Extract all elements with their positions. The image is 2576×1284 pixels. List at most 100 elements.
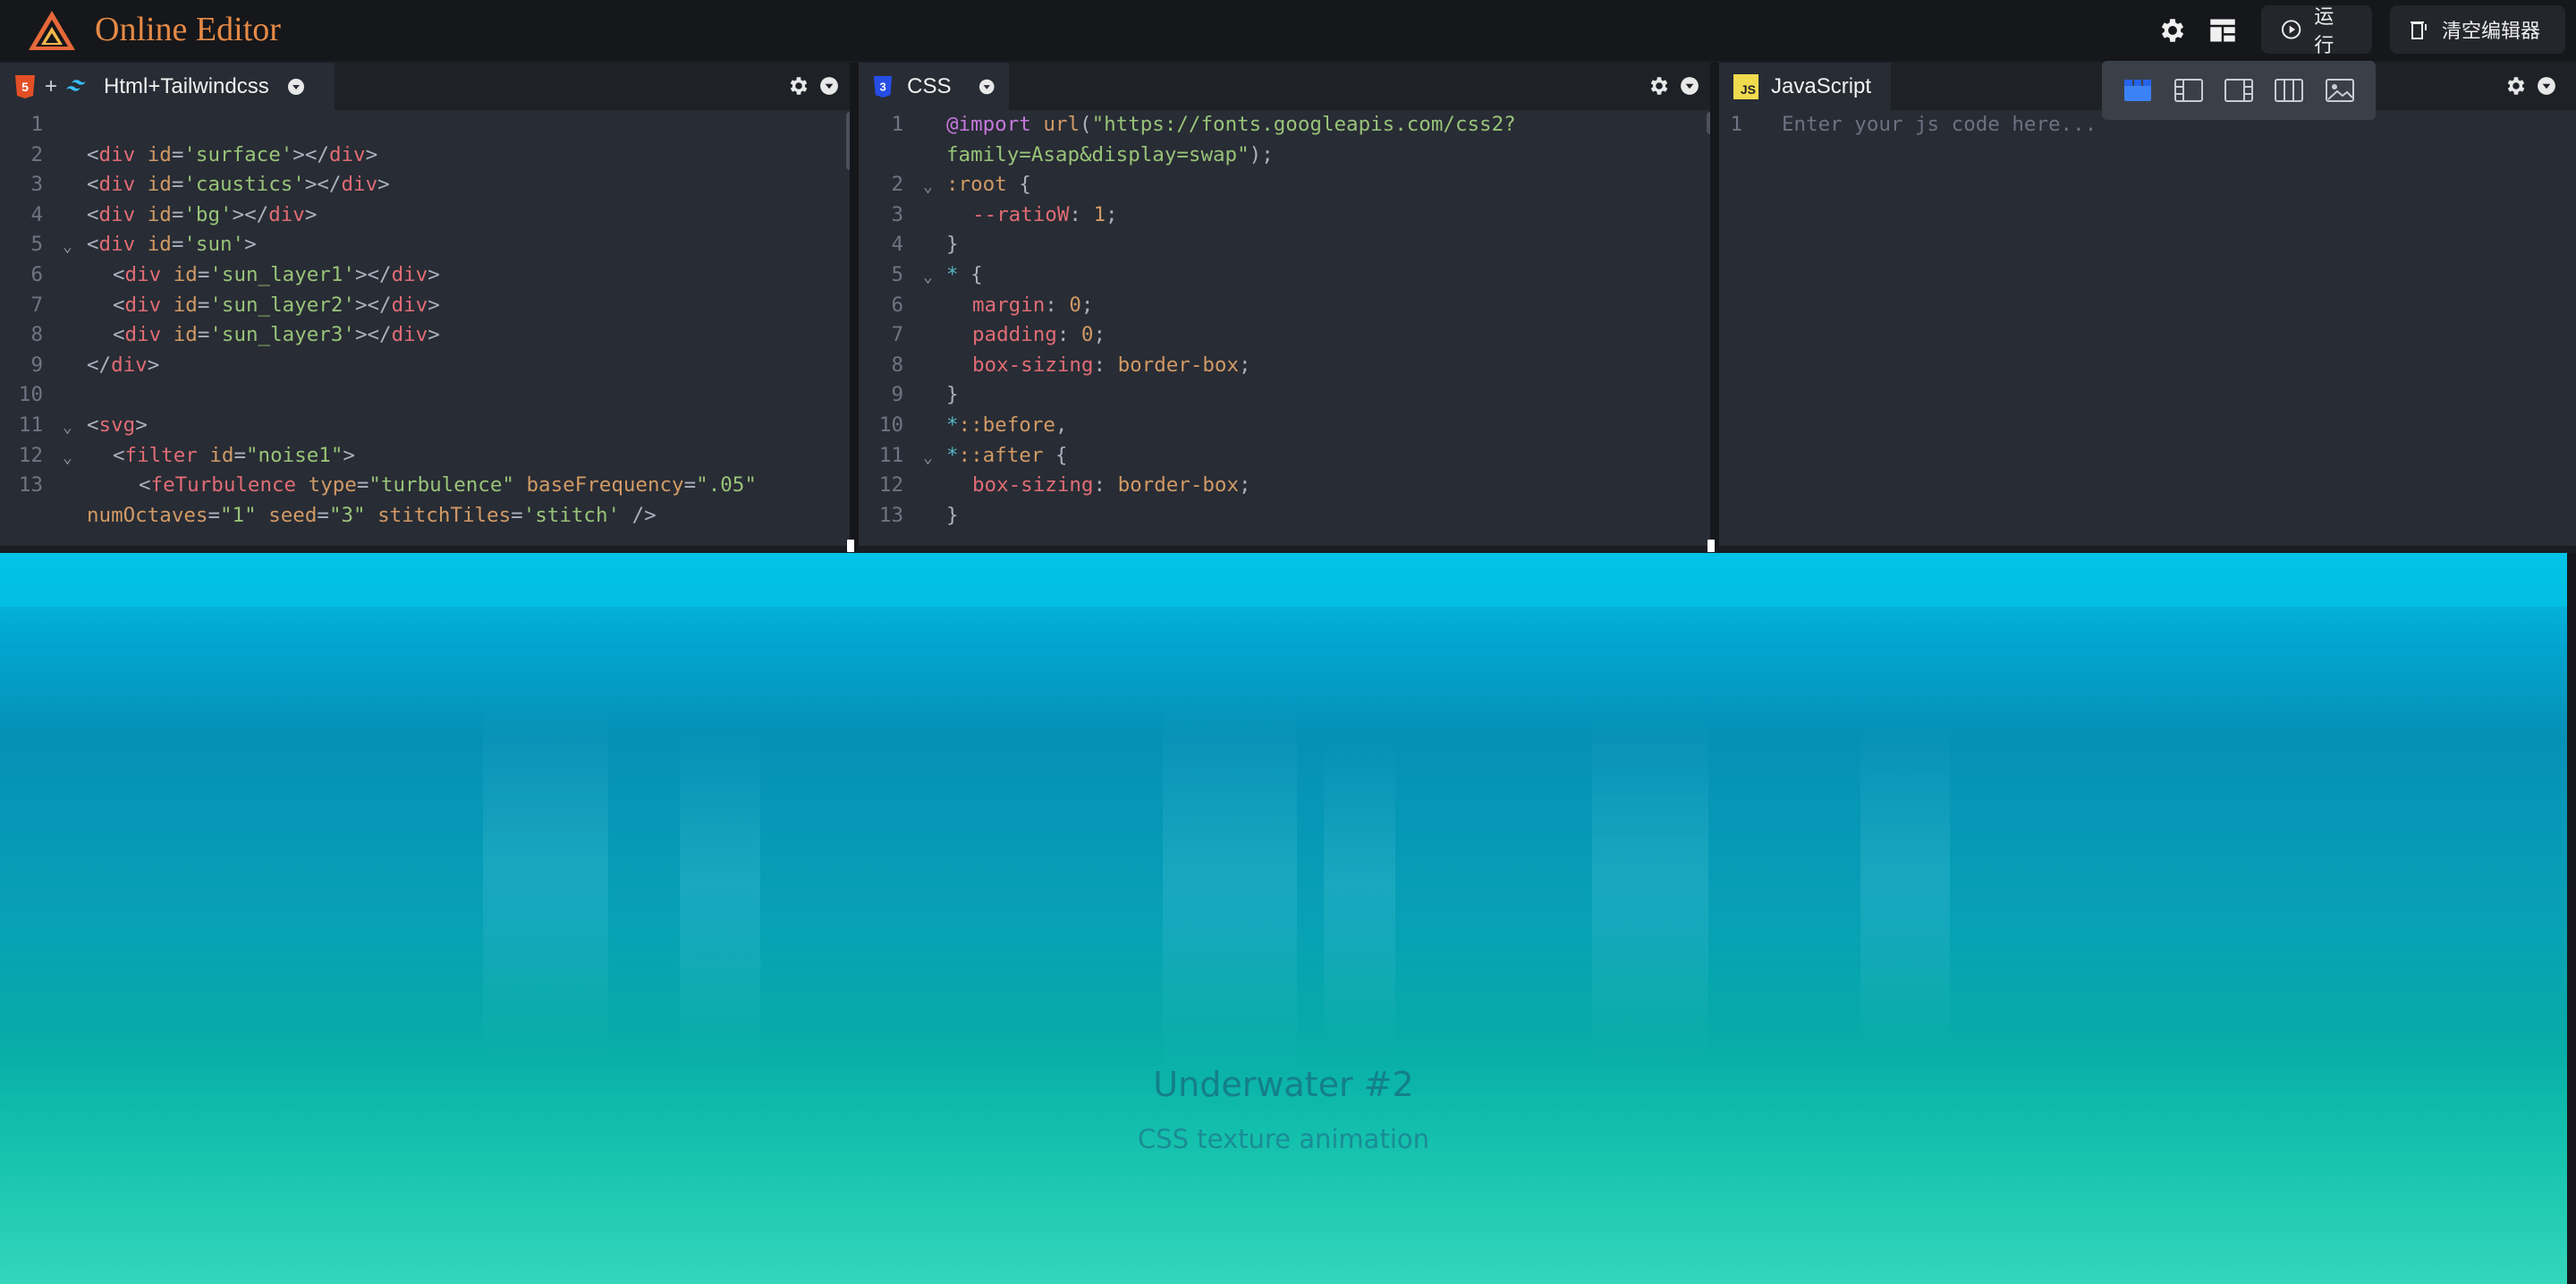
code-token: = bbox=[233, 443, 247, 467]
code-token: id bbox=[173, 293, 198, 317]
tab-javascript[interactable]: JS JavaScript bbox=[1719, 63, 1891, 110]
code-line: box-sizing: border-box; bbox=[972, 471, 1251, 501]
code-token: id bbox=[147, 233, 172, 257]
code-token: ".05" bbox=[696, 473, 757, 497]
panel-divider-2[interactable] bbox=[1710, 63, 1719, 550]
fold-chevron-icon[interactable]: ⌄ bbox=[923, 172, 933, 202]
css-editor-panel: 3 CSS 1 @import url("https://fonts.google… bbox=[859, 63, 1710, 546]
code-token: 'bg' bbox=[183, 202, 233, 226]
layout-right-icon[interactable] bbox=[2224, 77, 2254, 104]
code-token: ); bbox=[1249, 142, 1274, 166]
fold-chevron-icon[interactable]: ⌄ bbox=[923, 262, 933, 293]
html-panel-settings-icon[interactable] bbox=[787, 74, 810, 98]
resize-handle-1[interactable] bbox=[847, 540, 854, 552]
code-token: margin bbox=[972, 293, 1046, 317]
code-token: family=Asap&display=swap" bbox=[946, 142, 1250, 166]
code-token: 'sun_layer1' bbox=[209, 263, 355, 286]
line-number: 3 bbox=[30, 173, 43, 197]
css-code-area[interactable]: 1 @import url("https://fonts.googleapis.c… bbox=[859, 110, 1710, 546]
run-button-label: 运行 bbox=[2314, 5, 2334, 56]
tab-css[interactable]: 3 CSS bbox=[859, 63, 1009, 110]
layout-grid-icon[interactable] bbox=[2209, 17, 2236, 44]
code-token: div bbox=[98, 202, 136, 226]
html-code-area[interactable]: 1 2 <div id='surface'></div> 3 <div id='caus… bbox=[0, 110, 850, 546]
code-token: id bbox=[173, 263, 198, 286]
code-token: stitchTiles bbox=[377, 503, 512, 527]
code-token: box-sizing bbox=[972, 353, 1094, 377]
tab-dropdown-icon[interactable] bbox=[979, 78, 995, 96]
code-token: Enter your js code here... bbox=[1782, 113, 2097, 136]
html-panel-collapse-icon[interactable] bbox=[819, 76, 839, 96]
code-token: > bbox=[428, 293, 440, 317]
html-panel-header: 5 + Html+Tailwindcss bbox=[0, 63, 850, 110]
settings-gear-icon[interactable] bbox=[2157, 15, 2188, 46]
code-token: div bbox=[391, 293, 428, 317]
fold-chevron-icon[interactable]: ⌄ bbox=[63, 232, 72, 262]
js-panel-collapse-icon[interactable] bbox=[2537, 76, 2556, 96]
line-number: 9 bbox=[891, 383, 903, 407]
layout-preview-only-icon[interactable] bbox=[2325, 77, 2355, 104]
code-token: :root bbox=[946, 173, 1007, 197]
code-token: < bbox=[113, 293, 125, 317]
fold-chevron-icon[interactable]: ⌄ bbox=[63, 412, 72, 443]
code-token: border-box bbox=[1117, 353, 1240, 377]
code-line: box-sizing: border-box; bbox=[972, 351, 1251, 381]
resize-handle-2[interactable] bbox=[1707, 540, 1715, 552]
logo-icon bbox=[29, 11, 75, 50]
layout-left-icon[interactable] bbox=[2174, 77, 2204, 104]
clear-editor-button[interactable]: 清空编辑器 bbox=[2390, 5, 2565, 54]
layout-columns-icon[interactable] bbox=[2274, 77, 2304, 104]
code-token: < bbox=[87, 413, 99, 437]
js-panel-settings-icon[interactable] bbox=[2504, 74, 2528, 98]
line-number: 7 bbox=[891, 323, 903, 347]
code-line: * { bbox=[946, 260, 983, 291]
code-token: < bbox=[113, 443, 125, 467]
fold-chevron-icon[interactable]: ⌄ bbox=[923, 443, 933, 473]
code-token: = bbox=[683, 473, 697, 497]
underwater-texture bbox=[0, 553, 2567, 1284]
code-token: 'sun_layer2' bbox=[209, 293, 355, 317]
layout-top-icon[interactable] bbox=[2123, 77, 2153, 104]
svg-text:5: 5 bbox=[21, 80, 29, 94]
css-panel-collapse-icon[interactable] bbox=[1680, 76, 1699, 96]
code-token: < bbox=[87, 202, 99, 226]
code-line: <div id='caustics'></div> bbox=[87, 170, 390, 200]
tab-dropdown-icon[interactable] bbox=[287, 78, 305, 96]
code-token: "3" bbox=[328, 503, 366, 527]
css-panel-header: 3 CSS bbox=[859, 63, 1710, 110]
code-token: } bbox=[946, 383, 959, 407]
layout-switcher bbox=[2102, 61, 2376, 120]
code-token: ></ bbox=[354, 293, 392, 317]
code-token: box-sizing bbox=[972, 473, 1094, 497]
run-button[interactable]: 运行 bbox=[2261, 5, 2372, 56]
code-line: <div id='sun'> bbox=[87, 230, 257, 260]
code-token: div bbox=[98, 173, 136, 197]
line-number: 8 bbox=[891, 353, 903, 377]
tailwind-icon bbox=[66, 79, 87, 91]
code-token: ( bbox=[1080, 113, 1092, 136]
code-token: svg bbox=[98, 413, 136, 437]
code-token: = bbox=[197, 293, 210, 317]
fold-chevron-icon[interactable]: ⌄ bbox=[63, 443, 72, 473]
line-number: 3 bbox=[891, 202, 903, 226]
code-line: } bbox=[946, 380, 959, 411]
code-token: 'surface' bbox=[183, 142, 293, 166]
code-line: @import url("https://fonts.googleapis.co… bbox=[946, 110, 1516, 140]
code-token: 'stitch' bbox=[522, 503, 621, 527]
code-token: padding bbox=[972, 323, 1057, 347]
panel-divider-1[interactable] bbox=[850, 63, 859, 550]
code-token: div bbox=[124, 323, 162, 347]
code-token: ></ bbox=[232, 202, 269, 226]
tab-js-label: JavaScript bbox=[1771, 73, 1872, 98]
code-token: ; bbox=[1239, 473, 1251, 497]
css-panel-settings-icon[interactable] bbox=[1648, 74, 1671, 98]
js-code-area[interactable]: 1 Enter your js code here... bbox=[1719, 110, 2576, 546]
tab-html-tailwind[interactable]: 5 + Html+Tailwindcss bbox=[0, 63, 335, 110]
